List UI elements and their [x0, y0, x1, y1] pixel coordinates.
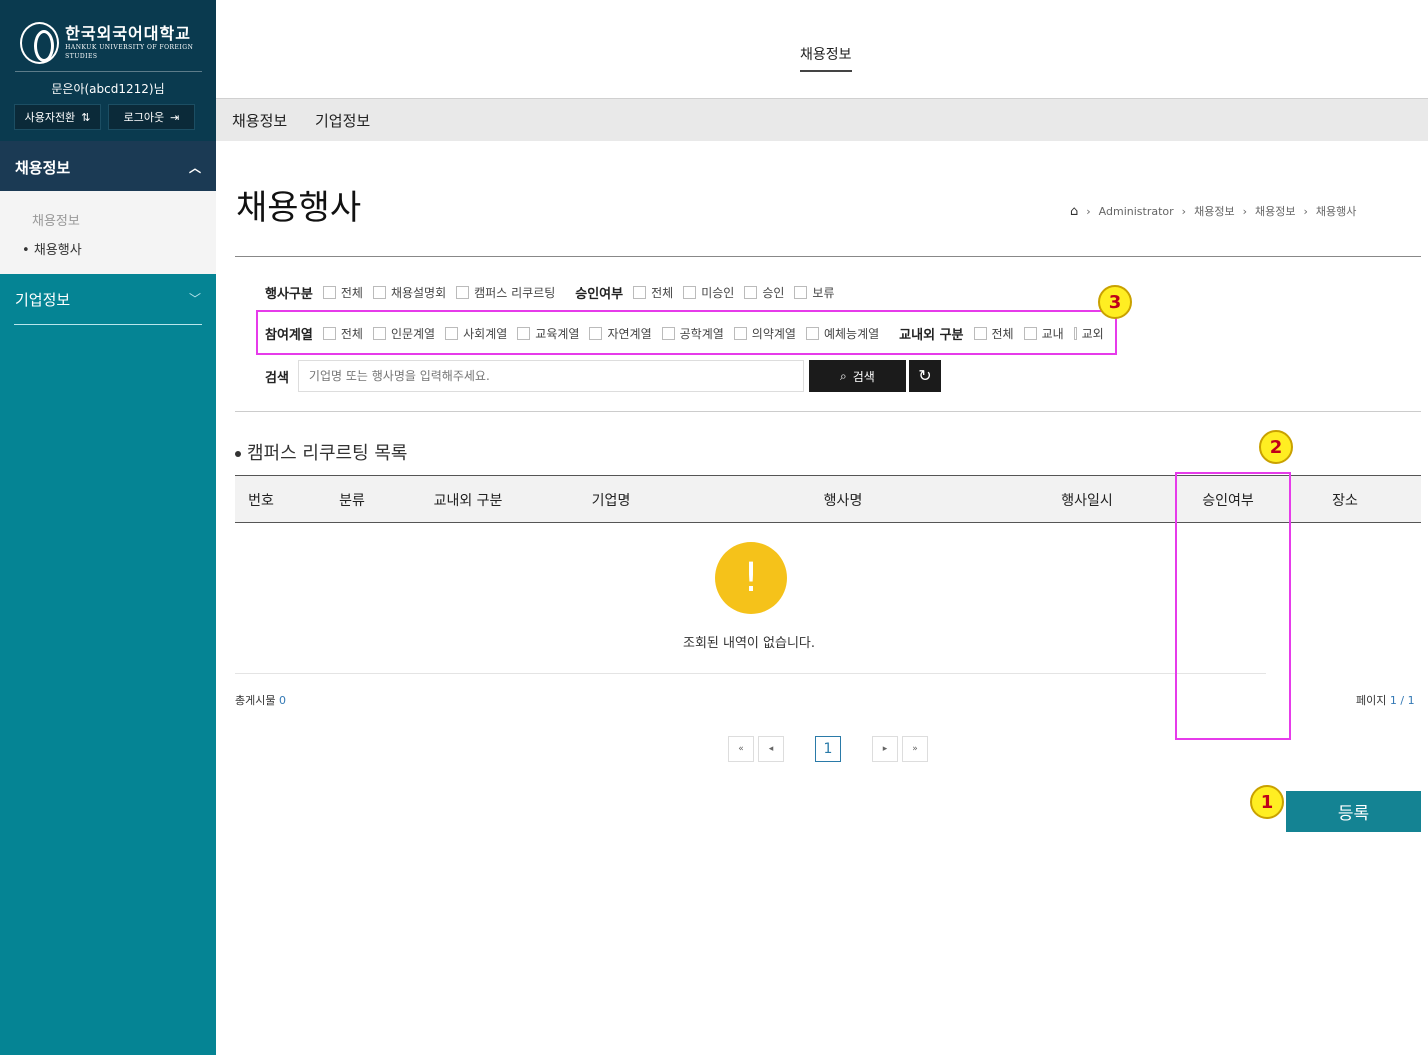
column-header-location: 장소 — [1332, 493, 1358, 509]
total-value: 0 — [278, 694, 286, 707]
logout-icon: ⇥ — [170, 110, 180, 124]
empty-message: 조회된 내역이 없습니다. — [683, 636, 815, 651]
switch-user-button[interactable]: 사용자전환 ⇅ — [14, 104, 101, 130]
column-header-campus: 교내외 구분 — [433, 493, 503, 509]
filter-row-search: 검색 ⌕ 검색 ↻ — [265, 360, 941, 392]
refresh-icon: ↻ — [918, 368, 932, 385]
logout-label: 로그아웃 — [123, 111, 165, 124]
header-title[interactable]: 채용정보 — [800, 44, 852, 72]
nav-item-recruit-info[interactable]: 채용정보 — [232, 110, 287, 131]
chevron-left-icon: ◂ — [768, 744, 774, 754]
register-button[interactable]: 등록 — [1286, 791, 1421, 832]
divider — [15, 71, 202, 72]
warning-icon: ! — [715, 542, 787, 614]
sidebar-item-label: 기업정보 — [15, 291, 71, 309]
filter-label-search: 검색 — [265, 370, 289, 386]
annotation-badge-1: 1 — [1250, 785, 1284, 819]
university-emblem-icon — [20, 22, 60, 64]
first-page-button[interactable]: « — [728, 736, 754, 762]
university-logo[interactable]: 한국외국어대학교 HANKUK UNIVERSITY OF FOREIGN ST… — [20, 22, 216, 64]
checkbox-approval-pending[interactable]: 보류 — [794, 284, 835, 301]
double-chevron-left-icon: « — [738, 744, 744, 754]
filter-row-event-type-approval: 행사구분 전체 채용설명회 캠퍼스 리쿠르팅 승인여부 전체 미승인 승인 보류 — [265, 283, 845, 302]
double-chevron-right-icon: » — [912, 744, 918, 754]
total-count: 총게시물 0 — [235, 694, 286, 707]
chevron-down-icon: ﹀ — [188, 292, 201, 306]
page-info: 페이지 1 / 1 — [1356, 694, 1415, 707]
breadcrumb-item[interactable]: 채용정보 — [1194, 203, 1234, 219]
checkbox-event-campus-recruiting[interactable]: 캠퍼스 리쿠르팅 — [456, 284, 555, 301]
logo-name-english: HANKUK UNIVERSITY OF FOREIGN STUDIES — [65, 44, 194, 60]
checkbox-approval-unapproved[interactable]: 미승인 — [683, 284, 734, 301]
page-number-button[interactable]: 1 — [815, 736, 841, 762]
sidebar-submenu: 채용정보 • 채용행사 — [0, 191, 216, 274]
sidebar-subitem-recruit-info[interactable]: 채용정보 — [32, 210, 80, 229]
checkbox-approval-approved[interactable]: 승인 — [744, 284, 784, 301]
column-header-event-name: 행사명 — [823, 493, 863, 509]
last-page-button[interactable]: » — [902, 736, 928, 762]
current-user: 문은아(abcd1212)님 — [51, 82, 165, 96]
annotation-badge-3: 3 — [1098, 285, 1132, 319]
sidebar: 한국외국어대학교 HANKUK UNIVERSITY OF FOREIGN ST… — [0, 0, 216, 1055]
reset-button[interactable]: ↻ — [908, 360, 941, 392]
filter-label-approval: 승인여부 — [575, 287, 624, 302]
switch-icon: ⇅ — [81, 110, 91, 124]
prev-page-button[interactable]: ◂ — [758, 736, 784, 762]
breadcrumb: ⌂ › Administrator › 채용정보 › 채용정보 › 채용행사 — [1070, 203, 1357, 219]
next-page-button[interactable]: ▸ — [872, 736, 898, 762]
page-value: 1 / 1 — [1389, 694, 1415, 707]
logo-name-korean: 한국외국어대학교 — [65, 24, 191, 43]
column-header-event-date: 행사일시 — [1061, 493, 1113, 509]
divider — [235, 256, 1421, 257]
filter-label-event-type: 행사구분 — [265, 287, 313, 302]
column-header-company: 기업명 — [591, 493, 631, 509]
page-title: 채용행사 — [236, 188, 362, 228]
global-nav: 채용정보 기업정보 — [216, 98, 1428, 141]
top-header: 채용정보 — [216, 0, 1428, 98]
logout-button[interactable]: 로그아웃 ⇥ — [108, 104, 195, 130]
column-header-category: 분류 — [339, 493, 365, 509]
nav-item-company-info[interactable]: 기업정보 — [315, 110, 370, 131]
divider — [14, 324, 202, 325]
search-input[interactable] — [297, 360, 804, 392]
sidebar-subitem-recruit-event[interactable]: • 채용행사 — [22, 239, 82, 258]
sidebar-item-recruit-info[interactable]: 채용정보 ︿ — [0, 141, 216, 191]
list-title: 캠퍼스 리쿠르팅 목록 — [235, 439, 407, 465]
checkbox-event-all[interactable]: 전체 — [322, 284, 363, 301]
search-icon: ⌕ — [840, 368, 847, 383]
divider — [235, 673, 1266, 674]
checkbox-event-info-session[interactable]: 채용설명회 — [372, 284, 446, 301]
annotation-box-3 — [256, 310, 1117, 355]
breadcrumb-item[interactable]: 채용정보 — [1255, 203, 1295, 219]
column-header-number: 번호 — [248, 493, 274, 509]
breadcrumb-item[interactable]: Administrator — [1099, 205, 1174, 218]
sidebar-header: 한국외국어대학교 HANKUK UNIVERSITY OF FOREIGN ST… — [0, 0, 216, 141]
chevron-right-icon: ▸ — [882, 744, 888, 754]
checkbox-approval-all[interactable]: 전체 — [633, 284, 673, 301]
sidebar-item-label: 채용정보 — [15, 159, 71, 177]
chevron-up-icon: ︿ — [188, 161, 201, 175]
divider — [235, 411, 1421, 412]
annotation-badge-2: 2 — [1259, 430, 1293, 464]
annotation-box-2 — [1175, 472, 1291, 740]
switch-user-label: 사용자전환 — [24, 111, 76, 124]
sidebar-item-company-info[interactable]: 기업정보 ﹀ — [0, 274, 216, 325]
home-icon[interactable]: ⌂ — [1070, 204, 1078, 219]
breadcrumb-item[interactable]: 채용행사 — [1316, 203, 1356, 219]
search-button[interactable]: ⌕ 검색 — [808, 360, 906, 392]
search-button-label: 검색 — [852, 369, 875, 384]
